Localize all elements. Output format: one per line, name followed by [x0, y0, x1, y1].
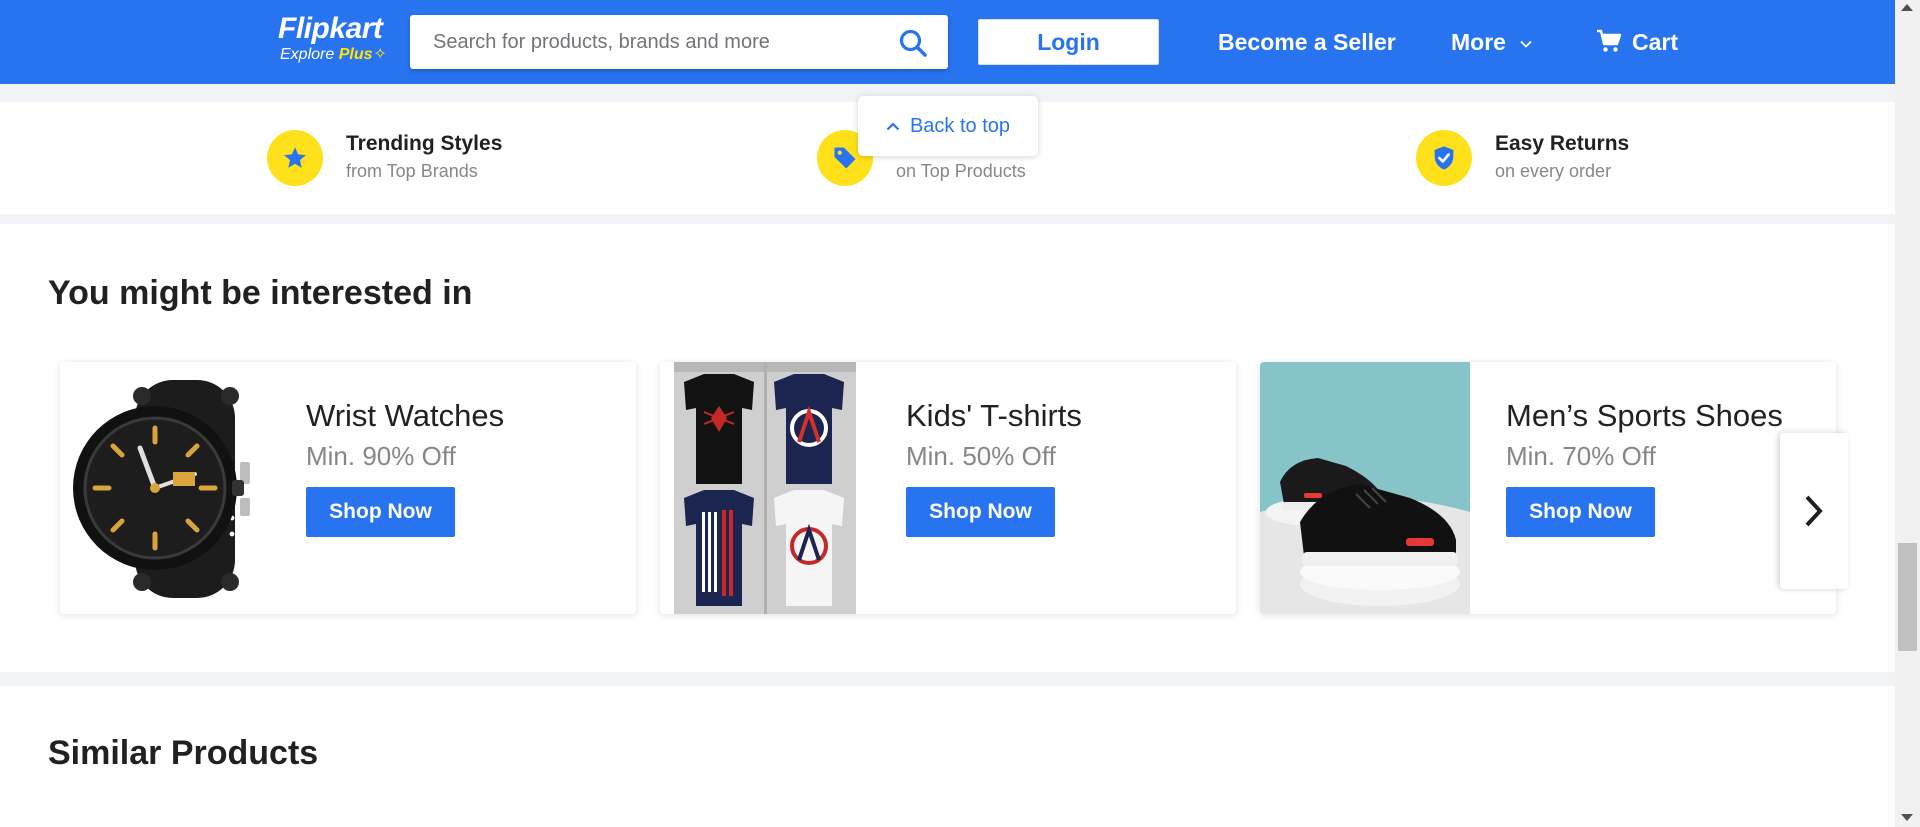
card-title: Men’s Sports Shoes — [1506, 398, 1783, 433]
login-button[interactable]: Login — [978, 19, 1159, 65]
wrist-watch-image — [60, 362, 270, 614]
search-bar — [410, 15, 948, 69]
top-header: Flipkart Explore Plus✧ Login Become a Se… — [0, 0, 1895, 84]
category-card-wrist-watches[interactable]: Wrist Watches Min. 90% Off Shop Now — [60, 362, 636, 614]
more-label: More — [1451, 29, 1506, 55]
sports-shoes-image — [1260, 362, 1470, 614]
cart-label: Cart — [1632, 29, 1679, 55]
card-offer: Min. 50% Off — [906, 441, 1056, 471]
logo-text: Flipkart — [278, 12, 383, 45]
cart-link[interactable]: Cart — [1596, 24, 1678, 60]
plus-star-icon: ✧ — [373, 46, 387, 63]
card-offer: Min. 90% Off — [306, 441, 456, 471]
card-info: Wrist Watches Min. 90% Off Shop Now — [306, 396, 504, 537]
chevron-up-icon — [886, 121, 900, 130]
back-to-top-button[interactable]: Back to top — [858, 96, 1038, 156]
benefit-badge — [267, 130, 323, 186]
card-offer: Min. 70% Off — [1506, 441, 1656, 471]
shield-check-icon — [1434, 146, 1454, 170]
search-icon[interactable] — [898, 28, 928, 58]
cart-icon — [1597, 29, 1622, 52]
section-title: Similar Products — [48, 734, 319, 772]
scroll-up-arrow-icon[interactable] — [1901, 4, 1913, 11]
shop-now-button[interactable]: Shop Now — [1506, 487, 1655, 537]
benefit-title: Trending Styles — [346, 132, 503, 155]
section-title: You might be interested in — [48, 274, 473, 312]
logo-tagline-plus: Plus — [338, 46, 373, 63]
category-card-mens-sports-shoes[interactable]: Men’s Sports Shoes Min. 70% Off Shop Now — [1260, 362, 1836, 614]
carousel-next-button[interactable] — [1780, 433, 1848, 589]
scrollbar-thumb[interactable] — [1898, 543, 1917, 651]
benefit-badge — [1416, 130, 1472, 186]
shop-now-button[interactable]: Shop Now — [306, 487, 455, 537]
logo-tagline-explore: Explore — [280, 46, 335, 63]
card-info: Kids' T-shirts Min. 50% Off Shop Now — [906, 396, 1082, 537]
card-title: Kids' T-shirts — [906, 398, 1082, 433]
card-info: Men’s Sports Shoes Min. 70% Off Shop Now — [1506, 396, 1783, 537]
benefit-title: Easy Returns — [1495, 132, 1630, 155]
scroll-down-arrow-icon[interactable] — [1901, 814, 1913, 821]
category-card-kids-tshirts[interactable]: Kids' T-shirts Min. 50% Off Shop Now — [660, 362, 1236, 614]
shop-now-button[interactable]: Shop Now — [906, 487, 1055, 537]
benefit-subtitle: on every order — [1495, 161, 1612, 181]
chevron-right-icon — [1805, 495, 1823, 527]
become-seller-link[interactable]: Become a Seller — [1218, 24, 1396, 60]
interested-section: You might be interested in Wrist Watches… — [0, 224, 1895, 672]
back-to-top-label: Back to top — [909, 114, 1011, 137]
search-input[interactable] — [410, 15, 880, 69]
chevron-down-icon — [1520, 40, 1532, 48]
kids-tshirts-image — [674, 362, 856, 614]
page-scrollbar[interactable] — [1895, 0, 1920, 827]
benefit-subtitle: from Top Brands — [346, 161, 478, 181]
more-dropdown[interactable]: More — [1451, 24, 1532, 60]
flipkart-logo[interactable]: Flipkart Explore Plus✧ — [278, 12, 387, 64]
logo-tagline: Explore Plus✧ — [280, 46, 387, 64]
card-title: Wrist Watches — [306, 398, 505, 433]
star-icon — [284, 147, 306, 168]
similar-products-section: Similar Products — [0, 686, 1895, 827]
price-tag-icon — [834, 147, 856, 169]
benefit-subtitle: on Top Products — [896, 161, 1026, 181]
